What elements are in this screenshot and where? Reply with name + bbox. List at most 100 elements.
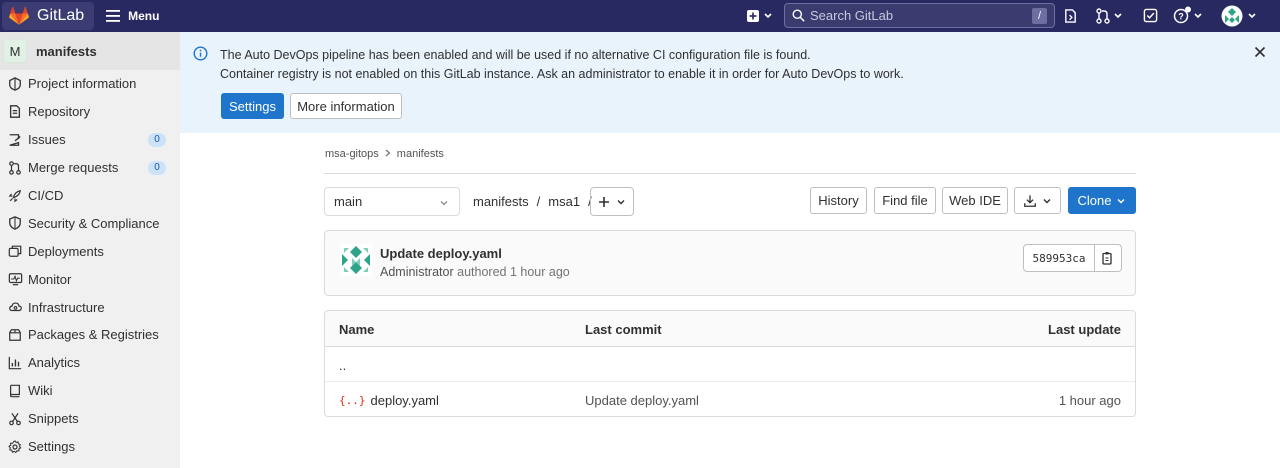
sidebar-item-label: Snippets — [28, 411, 79, 427]
find-file-button[interactable]: Find file — [874, 187, 936, 214]
search-input[interactable] — [810, 8, 1030, 23]
copy-icon — [1102, 252, 1112, 265]
branch-name: main — [334, 194, 363, 209]
sidebar-item-merge-requests[interactable]: Merge requests 0 — [0, 154, 180, 182]
sidebar-project-header[interactable]: M manifests — [0, 32, 180, 70]
search-box[interactable]: / — [784, 3, 1055, 28]
brand-name: GitLab — [37, 7, 85, 24]
alert-line-1: The Auto DevOps pipeline has been enable… — [220, 48, 811, 62]
sidebar-item-label: CI/CD — [28, 188, 64, 203]
commit-author-link[interactable]: Administrator — [380, 265, 454, 279]
parent-directory-link[interactable]: .. — [339, 358, 346, 373]
sidebar-item-label: Project information — [28, 76, 137, 92]
shield-icon — [7, 215, 23, 231]
clone-dropdown[interactable]: Clone — [1068, 187, 1136, 214]
book-icon — [7, 383, 23, 399]
plus-square-icon — [747, 10, 772, 22]
sidebar-item-monitor[interactable]: Monitor — [0, 265, 180, 293]
table-header: Name Last commit Last update — [325, 311, 1135, 347]
web-ide-button[interactable]: Web IDE — [942, 187, 1008, 214]
sidebar-item-label: Packages & Registries — [28, 327, 159, 343]
sidebar-item-deployments[interactable]: Deployments — [0, 237, 180, 265]
todo-button[interactable] — [1143, 8, 1158, 23]
commit-sha-group: 589953ca — [1023, 244, 1122, 272]
snippet-icon — [7, 411, 23, 427]
sidebar-item-label: Deployments — [28, 243, 104, 259]
sidebar-item-label: Settings — [28, 439, 75, 455]
sidebar-item-issues[interactable]: Issues 0 — [0, 126, 180, 154]
project-sidebar: M manifests Project information Reposito… — [0, 32, 180, 468]
add-to-tree-dropdown[interactable] — [590, 187, 634, 216]
sidebar-item-security-compliance[interactable]: Security & Compliance — [0, 209, 180, 237]
sidebar-item-label: Infrastructure — [28, 299, 105, 315]
sidebar-item-repository[interactable]: Repository — [0, 98, 180, 126]
search-icon — [792, 9, 805, 22]
todo-icon — [1143, 8, 1158, 23]
file-tree-table: Name Last commit Last update .. {..} dep… — [324, 310, 1136, 417]
merge-requests-dropdown[interactable] — [1095, 8, 1125, 24]
path-root-link[interactable]: manifests — [473, 194, 529, 209]
yaml-file-icon: {..} — [339, 394, 366, 407]
help-dropdown[interactable]: ? — [1173, 6, 1207, 25]
sidebar-item-label: Monitor — [28, 271, 72, 287]
breadcrumb-group-link[interactable]: msa-gitops — [325, 148, 379, 160]
commit-sha-link[interactable]: 589953ca — [1023, 244, 1095, 272]
alert-settings-button[interactable]: Settings — [221, 93, 284, 119]
sidebar-item-packages-registries[interactable]: Packages & Registries — [0, 321, 180, 349]
commit-title-link[interactable]: Update deploy.yaml — [380, 246, 502, 261]
alert-line-2: Container registry is not enabled on thi… — [220, 67, 904, 81]
user-menu[interactable] — [1221, 5, 1263, 27]
issues-icon — [7, 132, 23, 148]
info-icon — [193, 46, 208, 64]
chevron-down-icon — [1117, 198, 1125, 203]
menu-button[interactable]: Menu — [106, 9, 159, 23]
sidebar-item-infrastructure[interactable]: Infrastructure — [0, 293, 180, 321]
last-commit-panel: Update deploy.yaml Administrator authore… — [324, 230, 1136, 296]
menu-label: Menu — [128, 9, 160, 23]
sidebar-item-label: Security & Compliance — [28, 215, 160, 231]
merge-request-icon — [7, 160, 23, 176]
code-review-button[interactable] — [1063, 8, 1078, 24]
code-review-icon — [1065, 9, 1076, 23]
sidebar-item-snippets[interactable]: Snippets — [0, 405, 180, 433]
download-dropdown[interactable] — [1014, 187, 1061, 214]
project-info-icon — [7, 76, 23, 92]
deployments-icon — [7, 243, 23, 259]
more-information-button[interactable]: More information — [290, 93, 402, 119]
sidebar-item-label: Merge requests — [28, 160, 119, 176]
copy-sha-button[interactable] — [1095, 244, 1122, 272]
file-last-commit-link[interactable]: Update deploy.yaml — [585, 393, 699, 408]
merge-requests-count-badge: 0 — [148, 160, 166, 175]
branch-selector[interactable]: main — [324, 187, 460, 216]
package-icon — [7, 327, 23, 343]
column-header-last-commit: Last commit — [585, 322, 662, 337]
clone-label: Clone — [1077, 193, 1112, 208]
sidebar-item-project-information[interactable]: Project information — [0, 70, 180, 98]
author-avatar[interactable] — [340, 244, 372, 276]
project-name: manifests — [36, 43, 97, 59]
repository-path: manifests / msa1 / — [473, 194, 600, 209]
user-avatar — [1221, 5, 1256, 27]
analytics-icon — [7, 355, 23, 371]
breadcrumb-project-link[interactable]: manifests — [397, 148, 444, 160]
gitlab-home-link[interactable]: GitLab — [2, 2, 95, 30]
path-folder-link[interactable]: msa1 — [548, 194, 580, 209]
issues-count-badge: 0 — [148, 132, 166, 147]
chevron-down-icon — [617, 199, 625, 204]
file-link[interactable]: {..} deploy.yaml — [339, 393, 439, 408]
alert-message: The Auto DevOps pipeline has been enable… — [220, 46, 904, 84]
sidebar-item-settings[interactable]: Settings — [0, 433, 180, 461]
sidebar-item-ci-cd[interactable]: CI/CD — [0, 182, 180, 210]
close-icon[interactable] — [1254, 46, 1266, 61]
sidebar-item-wiki[interactable]: Wiki — [0, 377, 180, 405]
parent-directory-row[interactable]: .. — [325, 347, 1135, 382]
hamburger-icon — [106, 10, 121, 22]
column-header-name: Name — [339, 322, 375, 337]
history-button[interactable]: History — [810, 187, 867, 214]
sidebar-item-analytics[interactable]: Analytics — [0, 349, 180, 377]
path-separator: / — [536, 194, 541, 209]
download-icon — [1024, 194, 1036, 207]
create-new-dropdown[interactable] — [746, 8, 774, 24]
breadcrumb: msa-gitops manifests — [325, 148, 444, 160]
monitor-icon — [7, 271, 23, 287]
